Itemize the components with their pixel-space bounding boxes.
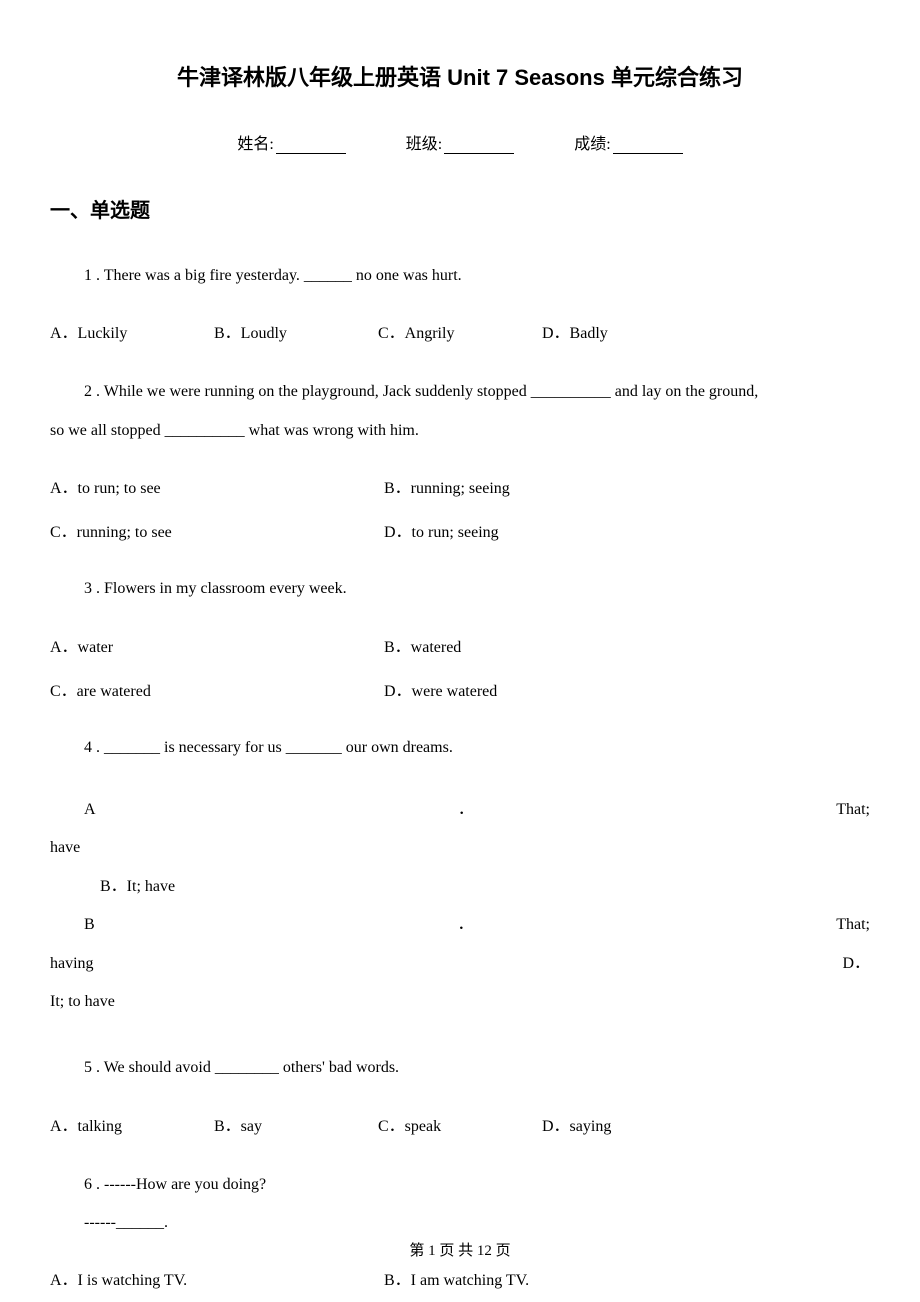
q4-d-line: It; to have bbox=[50, 983, 870, 1021]
q1-opt-a: A．Luckily bbox=[50, 319, 210, 343]
question-1-options: A．Luckily B．Loudly C．Angrily D．Badly bbox=[50, 319, 870, 343]
q4-b2-left: B bbox=[50, 906, 95, 944]
name-field: 姓名: bbox=[237, 130, 345, 154]
question-2-options: A．to run; to see B．running; seeing C．run… bbox=[50, 474, 870, 542]
section-1-header: 一、单选题 bbox=[50, 194, 870, 223]
q6-opt-a: A．I is watching TV. bbox=[50, 1266, 380, 1290]
q4-having-left: having bbox=[50, 945, 94, 983]
score-label: 成绩: bbox=[574, 136, 610, 153]
q1-opt-b: B．Loudly bbox=[214, 319, 374, 343]
info-row: 姓名: 班级: 成绩: bbox=[50, 130, 870, 154]
q4-having-right: D． bbox=[842, 945, 870, 983]
q2-opt-a: A．to run; to see bbox=[50, 474, 380, 498]
q5-opt-c: C．speak bbox=[378, 1112, 538, 1136]
page: 牛津译林版八年级上册英语 Unit 7 Seasons 单元综合练习 姓名: 班… bbox=[0, 0, 920, 1302]
q4-a-left: A bbox=[50, 791, 96, 829]
q4-b2-dot: ． bbox=[457, 906, 473, 944]
class-field: 班级: bbox=[406, 130, 514, 154]
q5-opt-a: A．talking bbox=[50, 1112, 210, 1136]
q2-opt-c: C．running; to see bbox=[50, 518, 380, 542]
q5-opt-b: B．say bbox=[214, 1112, 374, 1136]
q5-opt-d: D．saying bbox=[542, 1112, 702, 1136]
q3-opt-d: D．were watered bbox=[384, 677, 714, 701]
class-label: 班级: bbox=[406, 136, 442, 153]
question-5-text: 5 . We should avoid ________ others' bad… bbox=[50, 1049, 870, 1087]
question-6-text: 6 . ------How are you doing? ------_____… bbox=[50, 1166, 870, 1243]
q6-opt-b: B．I am watching TV. bbox=[384, 1266, 714, 1290]
question-2-text: 2 . While we were running on the playgro… bbox=[50, 373, 870, 450]
q4-a-right: That; bbox=[836, 791, 870, 829]
q2-opt-d: D．to run; seeing bbox=[384, 518, 714, 542]
question-4-options: A ． That; have B．It; have B ． That; havi… bbox=[50, 791, 870, 1021]
q1-opt-d: D．Badly bbox=[542, 319, 702, 343]
q2-opt-b: B．running; seeing bbox=[384, 474, 714, 498]
page-title: 牛津译林版八年级上册英语 Unit 7 Seasons 单元综合练习 bbox=[50, 60, 870, 92]
q1-opt-c: C．Angrily bbox=[378, 319, 538, 343]
question-1-text: 1 . There was a big fire yesterday. ____… bbox=[50, 257, 870, 295]
question-3-options: A．water B．watered C．are watered D．were w… bbox=[50, 633, 870, 701]
class-underline bbox=[444, 153, 514, 154]
q6-line2: ------______. bbox=[50, 1204, 870, 1242]
question-3-text: 3 . Flowers in my classroom every week. bbox=[50, 570, 870, 608]
question-5-options: A．talking B．say C．speak D．saying bbox=[50, 1112, 870, 1136]
q4-b-line: B．It; have bbox=[50, 868, 870, 906]
q4-b2-right: That; bbox=[836, 906, 870, 944]
q3-opt-c: C．are watered bbox=[50, 677, 380, 701]
name-underline bbox=[276, 153, 346, 154]
score-field: 成绩: bbox=[574, 130, 682, 154]
q3-opt-b: B．watered bbox=[384, 633, 714, 657]
question-4-text: 4 . _______ is necessary for us _______ … bbox=[50, 729, 870, 767]
q3-opt-a: A．water bbox=[50, 633, 380, 657]
q6-line1: 6 . ------How are you doing? bbox=[50, 1166, 870, 1204]
page-footer: 第 1 页 共 12 页 bbox=[0, 1239, 920, 1260]
question-6-options: A．I is watching TV. B．I am watching TV. bbox=[50, 1266, 870, 1290]
q4-have: have bbox=[50, 829, 870, 867]
q4-a-dot: ． bbox=[458, 791, 474, 829]
score-underline bbox=[613, 153, 683, 154]
q2-line2: so we all stopped __________ what was wr… bbox=[50, 412, 870, 450]
q2-line1: 2 . While we were running on the playgro… bbox=[50, 373, 870, 411]
name-label: 姓名: bbox=[237, 136, 273, 153]
